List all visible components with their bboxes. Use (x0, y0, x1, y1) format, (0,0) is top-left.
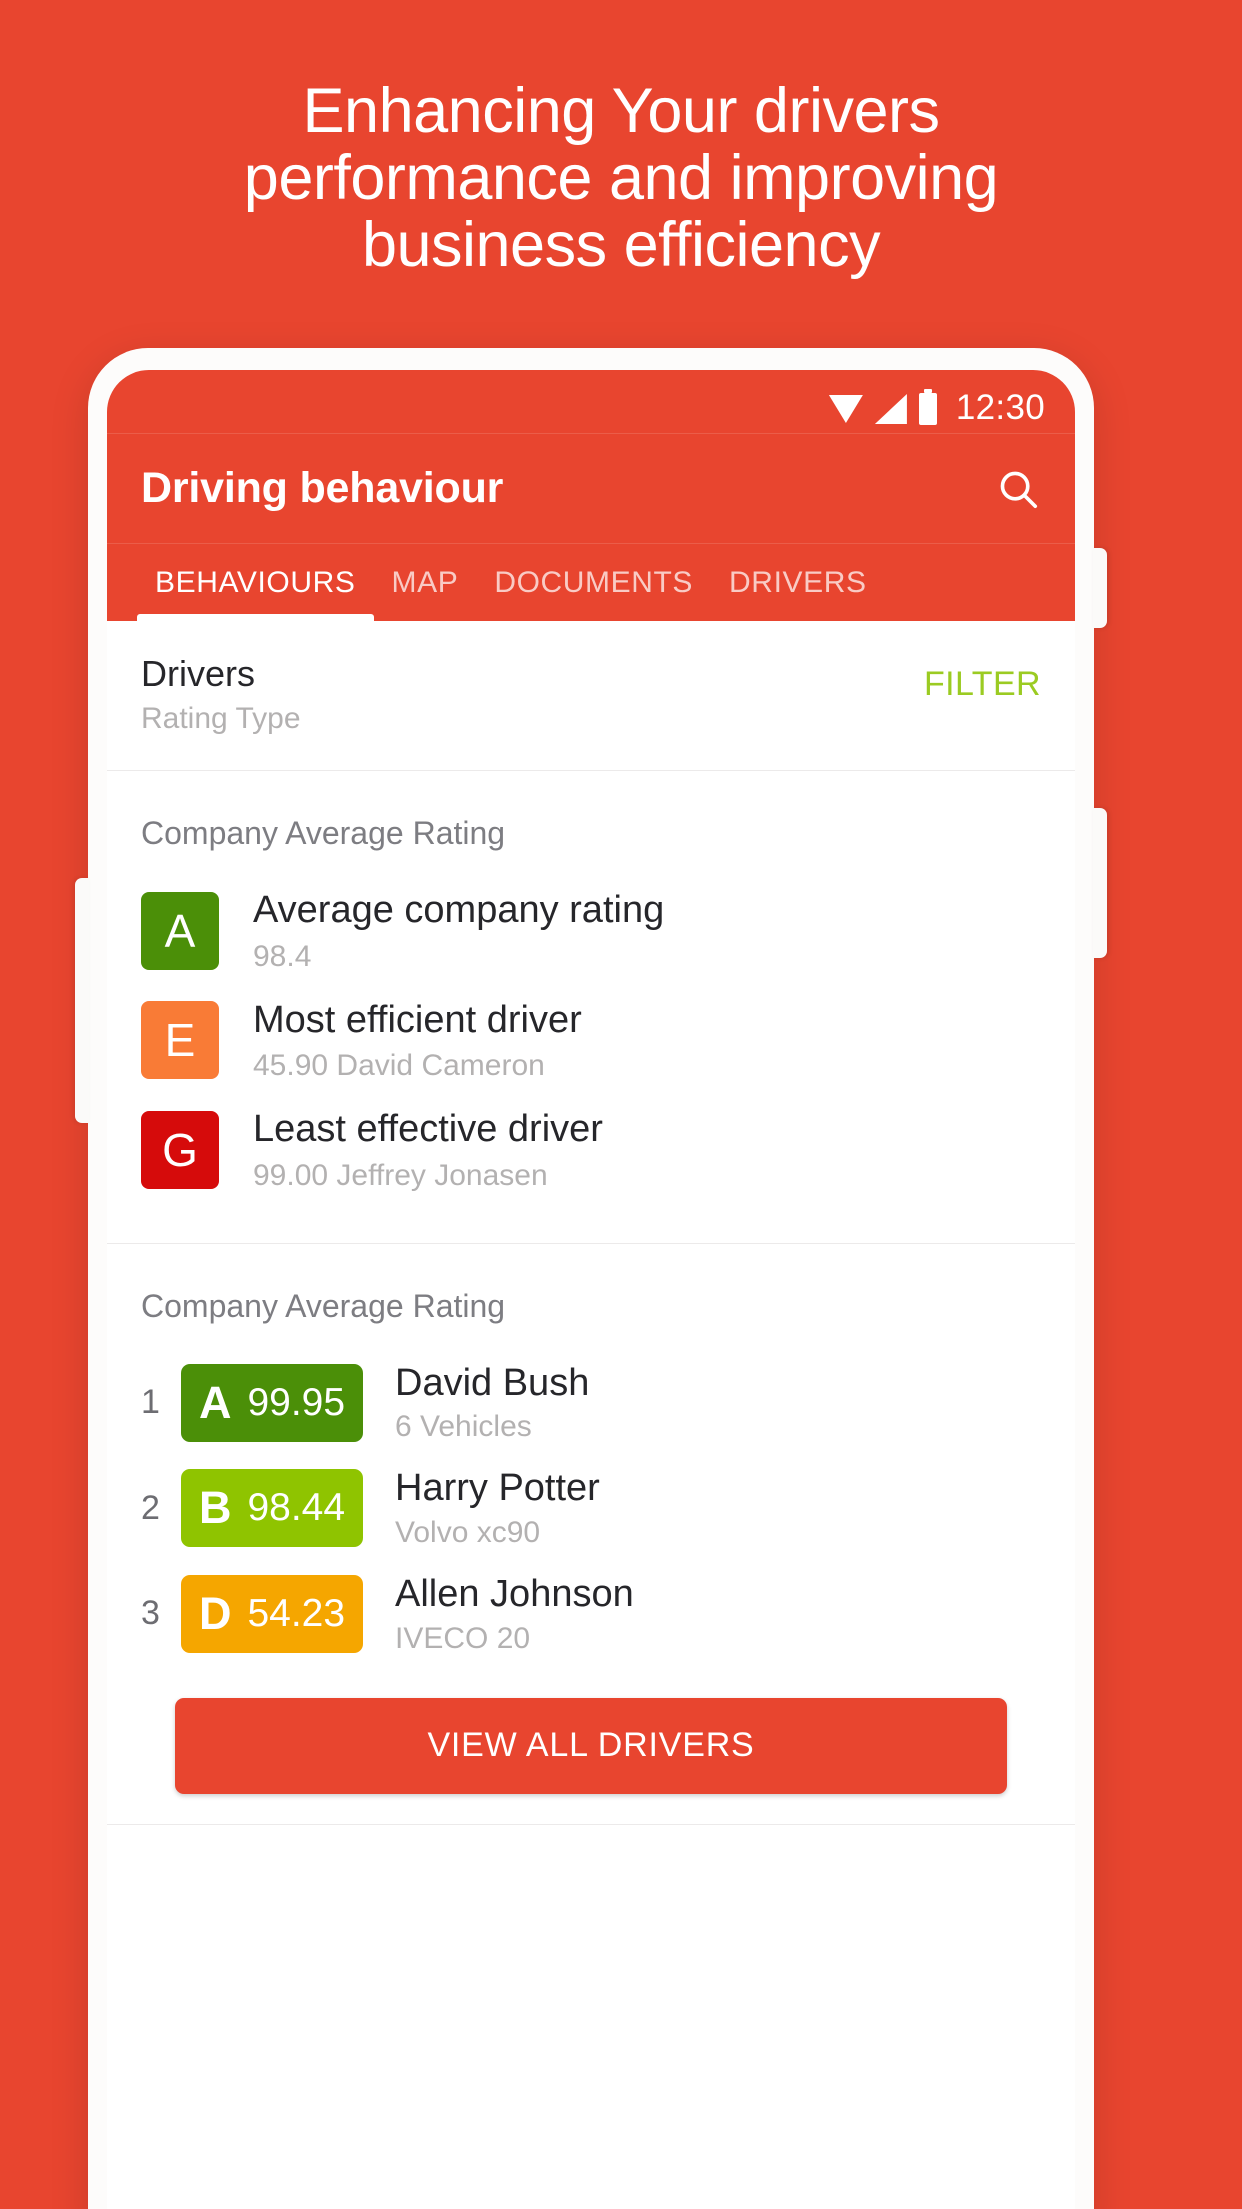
promo-line-3: business efficiency (361, 209, 881, 280)
summary-row-subtitle: 98.4 (253, 939, 312, 973)
drivers-header-title: Drivers (141, 653, 255, 694)
summary-row-title: Average company rating (253, 889, 665, 931)
drivers-header-card: Drivers Rating Type FILTER (107, 621, 1075, 771)
phone-screen: 12:30 Driving behaviour BEHAVIOURS MAP D… (107, 370, 1075, 2209)
company-average-summary-card: Company Average Rating A Average company… (107, 771, 1075, 1244)
tab-behaviours[interactable]: BEHAVIOURS (137, 544, 374, 621)
volume-button-right[interactable] (1093, 808, 1107, 958)
rank-row-text: David Bush 6 Vehicles (395, 1361, 589, 1445)
tab-map[interactable]: MAP (374, 544, 477, 621)
rank-row-text: Harry Potter Volvo xc90 (395, 1466, 600, 1550)
rank-score-badge: A 99.95 (181, 1363, 363, 1442)
list-item[interactable]: A Average company rating 98.4 (141, 888, 1041, 974)
rank-grade-letter: B (198, 1482, 232, 1534)
table-row[interactable]: 2 B 98.44 Harry Potter Volvo xc90 (141, 1466, 1041, 1550)
driver-vehicle: IVECO 20 (395, 1621, 531, 1655)
main-content: Drivers Rating Type FILTER Company Avera… (107, 621, 1075, 1825)
rank-score-badge: B 98.44 (181, 1469, 363, 1548)
page-title: Driving behaviour (141, 464, 504, 512)
rank-score-value: 99.95 (247, 1380, 346, 1424)
tab-documents[interactable]: DOCUMENTS (476, 544, 711, 621)
driver-ranking-card: Company Average Rating 1 A 99.95 David B… (107, 1243, 1075, 1825)
rank-grade-letter: D (198, 1587, 232, 1639)
driver-name: David Bush (395, 1361, 590, 1404)
driver-vehicle: Volvo xc90 (395, 1515, 541, 1549)
battery-icon (918, 389, 937, 425)
summary-section-label: Company Average Rating (141, 815, 506, 851)
table-row[interactable]: 3 D 54.23 Allen Johnson IVECO 20 (141, 1572, 1041, 1656)
filter-button[interactable]: FILTER (924, 651, 1041, 704)
driver-vehicle: 6 Vehicles (395, 1410, 532, 1444)
summary-row-text: Most efficient driver 45.90 David Camero… (253, 998, 582, 1084)
drivers-header-subtitle: Rating Type (141, 702, 301, 735)
summary-row-title: Most efficient driver (253, 998, 582, 1041)
promo-line-2: performance and improving (243, 142, 999, 213)
power-button[interactable] (1093, 548, 1107, 628)
search-button[interactable] (995, 466, 1041, 512)
list-item[interactable]: E Most efficient driver 45.90 David Came… (141, 998, 1041, 1084)
rank-score-value: 54.23 (247, 1591, 346, 1635)
wifi-icon (828, 395, 863, 423)
grade-badge: G (141, 1110, 219, 1189)
rank-grade-letter: A (198, 1376, 232, 1428)
rank-position: 2 (141, 1488, 160, 1527)
grade-badge: E (141, 1001, 219, 1080)
rank-score-badge: D 54.23 (181, 1574, 363, 1653)
table-row[interactable]: 1 A 99.95 David Bush 6 Vehicles (141, 1361, 1041, 1445)
status-bar-icons (828, 389, 937, 425)
rank-score-value: 98.44 (247, 1486, 346, 1530)
summary-row-text: Least effective driver 99.00 Jeffrey Jon… (253, 1107, 603, 1193)
status-bar-clock: 12:30 (955, 388, 1045, 427)
signal-icon (874, 394, 907, 424)
status-bar: 12:30 (107, 370, 1075, 433)
promo-headline: Enhancing Your drivers performance and i… (0, 78, 1242, 278)
view-all-drivers-button[interactable]: VIEW ALL DRIVERS (175, 1697, 1007, 1794)
summary-row-subtitle: 99.00 Jeffrey Jonasen (253, 1158, 548, 1192)
tab-drivers[interactable]: DRIVERS (711, 544, 885, 621)
volume-button-left[interactable] (75, 878, 89, 1123)
rank-row-text: Allen Johnson IVECO 20 (395, 1572, 634, 1656)
ranking-section-label: Company Average Rating (141, 1287, 506, 1324)
drivers-header-text: Drivers Rating Type (141, 651, 301, 736)
tab-bar: BEHAVIOURS MAP DOCUMENTS DRIVERS (107, 543, 1075, 621)
summary-row-subtitle: 45.90 David Cameron (253, 1049, 545, 1083)
driver-name: Allen Johnson (395, 1572, 634, 1615)
app-bar: Driving behaviour (107, 433, 1075, 543)
promo-line-1: Enhancing Your drivers (302, 76, 940, 146)
phone-device-frame: 12:30 Driving behaviour BEHAVIOURS MAP D… (75, 348, 1107, 2209)
rank-position: 3 (141, 1594, 160, 1633)
search-icon (1000, 471, 1038, 508)
driver-name: Harry Potter (395, 1467, 600, 1510)
summary-row-title: Least effective driver (253, 1108, 603, 1151)
view-all-drivers-wrap: VIEW ALL DRIVERS (141, 1678, 1041, 1794)
summary-row-text: Average company rating 98.4 (253, 888, 664, 974)
grade-badge: A (141, 891, 219, 970)
list-item[interactable]: G Least effective driver 99.00 Jeffrey J… (141, 1107, 1041, 1193)
rank-position: 1 (141, 1383, 160, 1422)
